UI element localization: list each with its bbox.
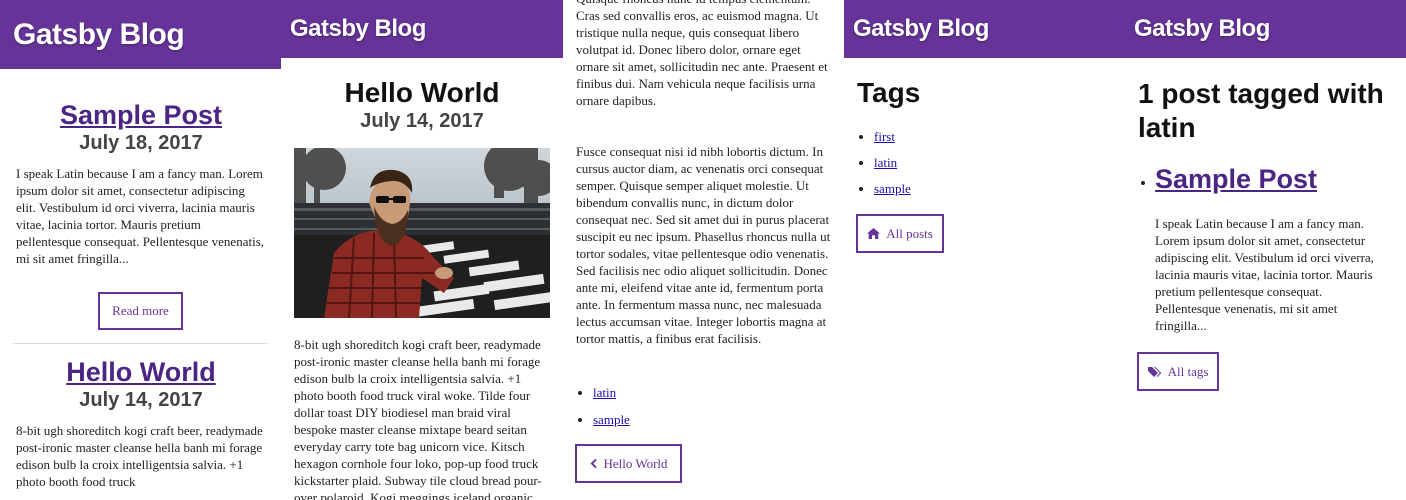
site-header: Gatsby Blog — [0, 0, 281, 69]
all-posts-label: All posts — [886, 225, 933, 241]
tag-link-sample[interactable]: sample — [593, 412, 630, 427]
post-image — [294, 148, 550, 318]
chevron-left-icon — [590, 458, 598, 469]
post-header: Hello World July 14, 2017 — [281, 77, 563, 133]
tag-page-panel: Gatsby Blog 1 post tagged with latin Sam… — [1125, 0, 1406, 500]
tag-link-latin[interactable]: latin — [593, 385, 616, 400]
read-more-label: Read more — [112, 303, 169, 318]
page-title: 1 post tagged with latin — [1138, 78, 1384, 143]
home-icon — [867, 228, 881, 239]
post-continued-panel: Quisque rhoncus nunc id tempus elementum… — [563, 0, 844, 500]
post-divider — [13, 343, 268, 344]
tags-page-panel: Gatsby Blog Tags first latin sample All … — [844, 0, 1125, 500]
post-title: Hello World — [344, 77, 500, 108]
site-header: Gatsby Blog — [1125, 0, 1406, 58]
post-tag-list: latin sample — [576, 384, 630, 428]
post-title-link[interactable]: Sample Post — [1155, 164, 1317, 194]
post-title-link[interactable]: Hello World — [16, 357, 266, 387]
site-title[interactable]: Gatsby Blog — [853, 14, 989, 44]
post-date: July 14, 2017 — [79, 389, 203, 411]
site-title[interactable]: Gatsby Blog — [13, 17, 185, 53]
list-item: first — [874, 128, 911, 145]
previous-post-label: Hello World — [603, 455, 668, 471]
post-excerpt: 8-bit ugh shoreditch kogi craft beer, re… — [16, 423, 263, 489]
post-title-link[interactable]: Sample Post — [16, 100, 266, 130]
post-page-panel: Gatsby Blog Hello World July 14, 2017 8-… — [281, 0, 563, 500]
all-posts-button[interactable]: All posts — [856, 214, 944, 253]
post-excerpt: I speak Latin because I am a fancy man. … — [1155, 216, 1374, 333]
post-excerpt: I speak Latin because I am a fancy man. … — [16, 166, 265, 266]
home-page-panel: Gatsby Blog Sample Post July 18, 2017 I … — [0, 0, 281, 500]
post-paragraph: Quisque rhoncus nunc id tempus elementum… — [576, 0, 828, 108]
tag-list: first latin sample — [857, 128, 911, 197]
list-item: latin — [593, 384, 630, 401]
site-title[interactable]: Gatsby Blog — [1134, 14, 1270, 44]
all-tags-label: All tags — [1167, 363, 1209, 379]
post-paragraph: Fusce consequat nisi id nibh lobortis di… — [576, 144, 831, 346]
bullet-icon — [1141, 181, 1145, 185]
tag-link-latin[interactable]: latin — [874, 155, 897, 170]
previous-post-button[interactable]: Hello World — [575, 444, 682, 483]
post-preview: Sample Post July 18, 2017 I speak Latin … — [16, 100, 266, 267]
tag-link-first[interactable]: first — [874, 129, 895, 144]
read-more-button[interactable]: Read more — [98, 292, 183, 330]
post-date: July 18, 2017 — [79, 132, 203, 154]
all-tags-button[interactable]: All tags — [1137, 352, 1219, 391]
tags-icon — [1147, 366, 1161, 377]
bearded-man-photo-icon — [294, 148, 550, 318]
site-header: Gatsby Blog — [281, 0, 563, 58]
list-item: sample — [874, 180, 911, 197]
post-body: 8-bit ugh shoreditch kogi craft beer, re… — [294, 337, 542, 500]
page-title: Tags — [857, 77, 921, 108]
site-title[interactable]: Gatsby Blog — [290, 14, 426, 44]
list-item: latin — [874, 154, 911, 171]
tag-link-sample[interactable]: sample — [874, 181, 911, 196]
post-date: July 14, 2017 — [360, 110, 484, 132]
site-header: Gatsby Blog — [844, 0, 1125, 58]
list-item: sample — [593, 411, 630, 428]
post-preview: Hello World July 14, 2017 8-bit ugh shor… — [16, 357, 266, 490]
